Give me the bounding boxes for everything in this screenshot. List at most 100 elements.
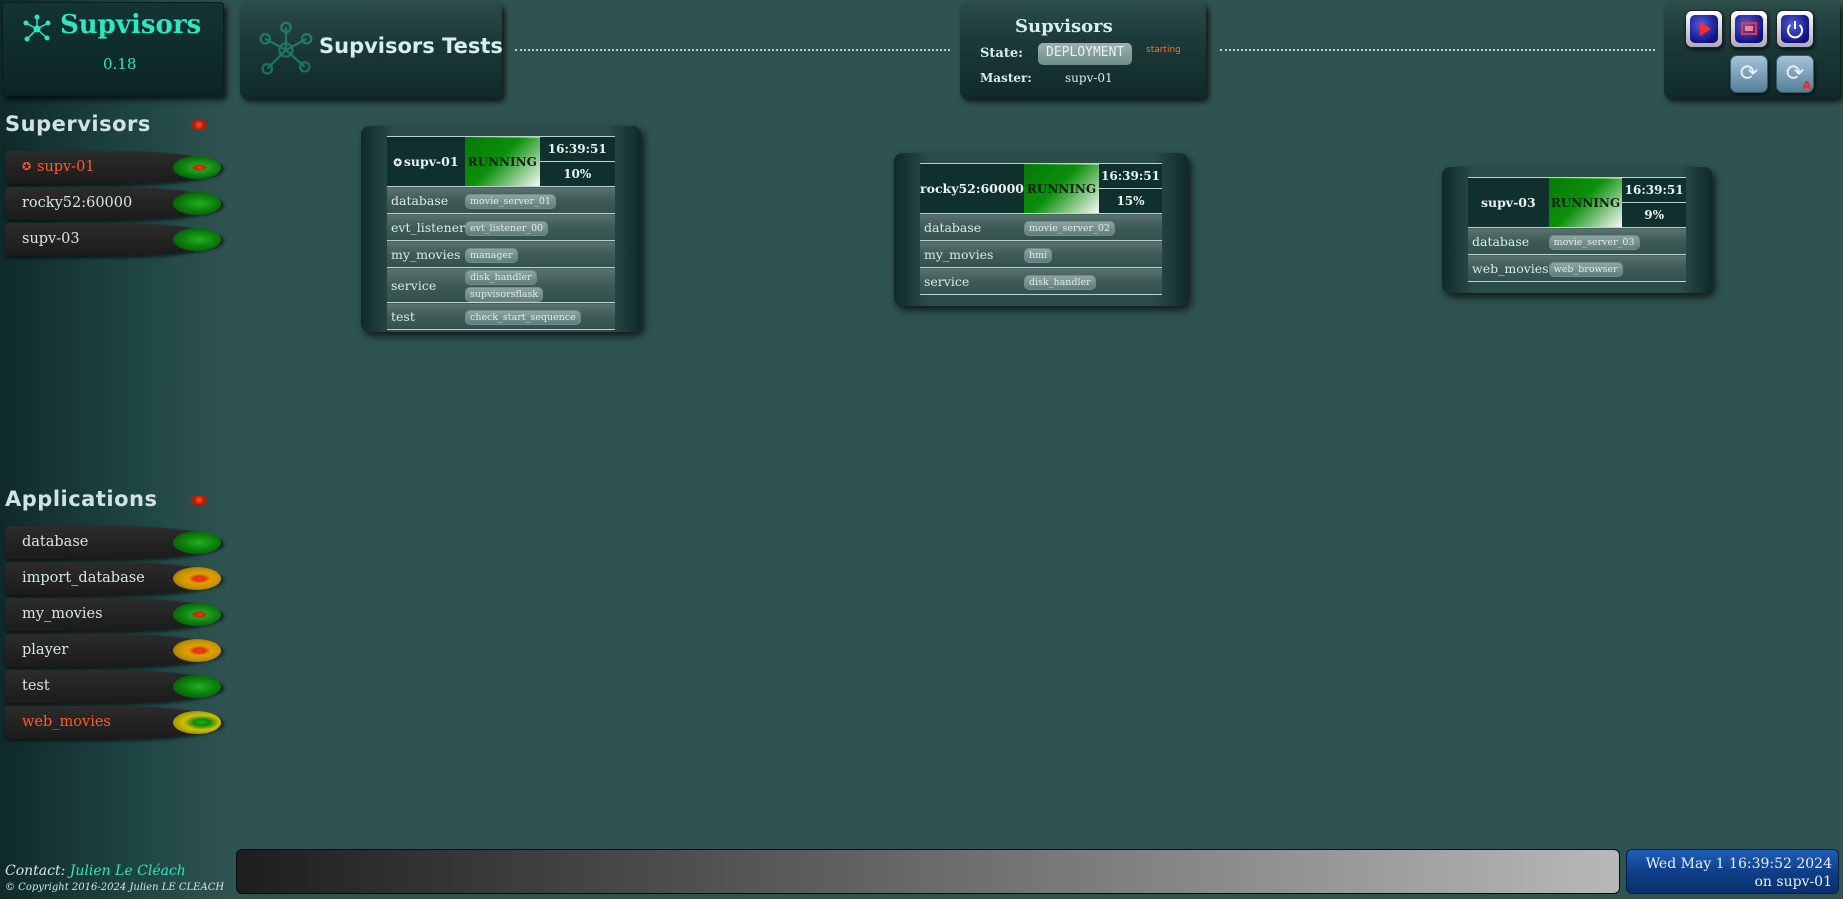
sidebar-item-web-movies[interactable]: web_movies xyxy=(5,706,223,739)
card-node-name[interactable]: ✪ supv-01 xyxy=(387,136,465,187)
node-name-label: supv-03 xyxy=(1480,195,1536,210)
application-name[interactable]: evt_listener xyxy=(387,213,465,241)
application-name[interactable]: web_movies xyxy=(1468,254,1549,282)
node-name-label: supv-01 xyxy=(403,154,459,169)
refresh-button[interactable]: ⟳ xyxy=(1730,55,1768,93)
sidebar-item-database[interactable]: database xyxy=(5,526,223,559)
process-badge[interactable]: disk_handler xyxy=(1024,274,1096,290)
control-box: ⟳ ⟳ A xyxy=(1664,2,1840,98)
application-row: web_movies web_browser xyxy=(1468,254,1686,282)
header-divider xyxy=(1220,49,1655,51)
process-list: check_start_sequence xyxy=(465,302,615,330)
brand-version: 0.18 xyxy=(103,55,137,73)
node-time: 16:39:51 xyxy=(539,136,615,162)
application-name[interactable]: database xyxy=(1468,227,1549,255)
menu-item-label: player xyxy=(22,642,69,658)
application-name[interactable]: service xyxy=(387,267,465,303)
play-icon xyxy=(1690,15,1718,43)
power-icon xyxy=(1781,15,1809,43)
process-badge[interactable]: movie_server_01 xyxy=(465,193,556,209)
supervisor-card: ✪ supv-01 RUNNING 16:39:51 10% database movie_… xyxy=(361,126,641,332)
state-label: State: xyxy=(980,46,1023,61)
card-node-name[interactable]: rocky52:60000 xyxy=(920,163,1024,214)
node-time: 16:39:51 xyxy=(1099,163,1162,189)
master-value[interactable]: supv-01 xyxy=(1065,71,1113,85)
datetime-text: Wed May 1 16:39:52 2024 xyxy=(1645,856,1832,872)
sidebar-item-test[interactable]: test xyxy=(5,670,223,703)
node-load: 9% xyxy=(1622,202,1686,228)
brand-box: Supvisors 0.18 xyxy=(2,2,224,96)
application-name[interactable]: my_movies xyxy=(920,240,1024,268)
auto-refresh-button[interactable]: ⟳ A xyxy=(1776,55,1814,93)
sidebar-item-import-database[interactable]: import_database xyxy=(5,562,223,595)
application-row: database movie_server_03 xyxy=(1468,227,1686,255)
state-title: Supvisors xyxy=(1015,16,1113,37)
application-row: my_movies hmi xyxy=(920,240,1162,268)
header-divider xyxy=(515,49,950,51)
application-row: database movie_server_01 xyxy=(387,186,615,214)
status-led-icon xyxy=(173,603,221,626)
menu-item-label: web_movies xyxy=(22,714,111,730)
process-badge[interactable]: web_browser xyxy=(1548,261,1623,277)
process-list: disk_handler supvisorsflask xyxy=(465,267,615,303)
sidebar-item-supv-03[interactable]: supv-03 xyxy=(5,223,223,256)
power-button[interactable] xyxy=(1776,10,1814,48)
node-name-label: rocky52:60000 xyxy=(920,181,1024,196)
restart-button[interactable] xyxy=(1685,10,1723,48)
datetime-location: on supv-01 xyxy=(1754,874,1832,890)
shutdown-button[interactable] xyxy=(1730,10,1768,48)
process-badge[interactable]: check_start_sequence xyxy=(465,309,581,325)
process-badge[interactable]: manager xyxy=(465,247,518,263)
status-led-icon xyxy=(173,228,221,251)
application-row: evt_listener evt_listener_00 xyxy=(387,213,615,241)
sidebar-item-player[interactable]: player xyxy=(5,634,223,667)
node-state-badge: RUNNING xyxy=(1548,177,1623,228)
supvisors-logo-icon xyxy=(23,14,51,42)
process-badge[interactable]: movie_server_03 xyxy=(1548,234,1640,250)
application-name[interactable]: service xyxy=(920,267,1024,295)
process-badge[interactable]: supvisorsflask xyxy=(465,287,544,302)
sidebar-item-supv-01[interactable]: ✪ supv-01 xyxy=(5,151,223,184)
menu-item-label: my_movies xyxy=(22,606,103,622)
page-title: Supvisors Tests xyxy=(319,34,503,58)
datetime-box: Wed May 1 16:39:52 2024 on supv-01 xyxy=(1626,849,1839,894)
application-name[interactable]: database xyxy=(920,213,1024,241)
sidebar-item-my-movies[interactable]: my_movies xyxy=(5,598,223,631)
status-led-icon xyxy=(173,531,221,554)
contact-line: Contact: Julien Le Cléach xyxy=(5,863,186,879)
refresh-icon: ⟳ xyxy=(1739,61,1759,86)
supervisor-card: rocky52:60000 RUNNING 16:39:51 15% database m… xyxy=(894,153,1188,306)
process-list: manager xyxy=(465,240,615,268)
process-list: hmi xyxy=(1024,240,1162,268)
application-row: service disk_handler supvisorsflask xyxy=(387,267,615,303)
menu-item-label: supv-03 xyxy=(22,231,80,247)
application-name[interactable]: database xyxy=(387,186,465,214)
status-led-icon xyxy=(173,156,221,179)
status-led-icon xyxy=(173,711,221,734)
node-state-badge: RUNNING xyxy=(1024,163,1099,214)
state-substatus: starting xyxy=(1146,45,1181,55)
node-load: 15% xyxy=(1099,188,1162,214)
process-badge[interactable]: movie_server_02 xyxy=(1024,220,1115,236)
application-name[interactable]: my_movies xyxy=(387,240,465,268)
side-menu: Supvisors 0.18 Supervisors ✪ supv-01 rocky… xyxy=(0,0,230,899)
menu-item-label: rocky52:60000 xyxy=(22,195,133,211)
menu-item-label: test xyxy=(22,678,50,694)
brand-name: Supvisors xyxy=(60,10,202,40)
application-row: test check_start_sequence xyxy=(387,302,615,330)
status-led-icon xyxy=(173,567,221,590)
supvisors-watermark-icon xyxy=(259,21,313,75)
sidebar-item-rocky52-60000[interactable]: rocky52:60000 xyxy=(5,187,223,220)
applications-status-led-icon xyxy=(186,495,212,505)
status-led-icon xyxy=(173,675,221,698)
supervisor-card: supv-03 RUNNING 16:39:51 9% database movie_se… xyxy=(1442,167,1712,293)
application-name[interactable]: test xyxy=(387,302,465,330)
copyright: © Copyright 2016-2024 Julien LE CLEACH xyxy=(5,882,225,893)
process-badge[interactable]: disk_handler xyxy=(465,270,537,285)
process-badge[interactable]: hmi xyxy=(1024,247,1053,263)
title-box: Supvisors Tests xyxy=(240,2,503,98)
menu-item-label: import_database xyxy=(22,570,145,586)
card-node-name[interactable]: supv-03 xyxy=(1468,177,1549,228)
contact-author-link[interactable]: Julien Le Cléach xyxy=(70,863,186,879)
process-badge[interactable]: evt_listener_00 xyxy=(465,220,549,236)
